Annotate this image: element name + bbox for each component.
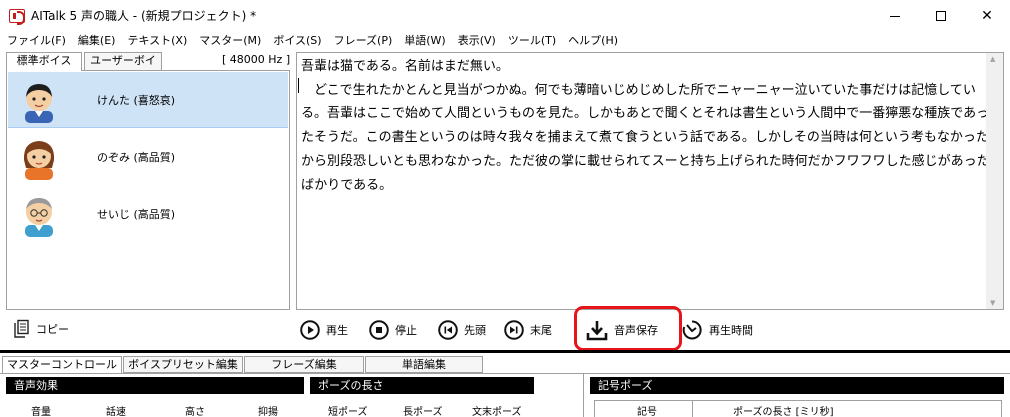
stop-button[interactable]: 停止 [369, 316, 417, 344]
label-volume: 音量 [31, 407, 51, 417]
voice-item-seiji[interactable]: せいじ (高品質) [8, 186, 288, 242]
menu-phrase[interactable]: フレーズ(P) [328, 32, 399, 50]
tab-master-control[interactable]: マスターコントロール [2, 356, 122, 374]
label-long-pause: 長ポーズ [403, 407, 443, 417]
go-to-end-label: 末尾 [530, 324, 552, 337]
close-icon: ✕ [981, 8, 993, 24]
menu-word[interactable]: 単語(W) [398, 32, 451, 50]
save-audio-highlight [574, 306, 682, 351]
sample-rate-label: [ 48000 Hz ] [222, 53, 291, 66]
label-sentence-end-pause: 文末ポーズ [472, 407, 522, 417]
label-pitch: 高さ [185, 407, 205, 417]
voice-name-seiji: せいじ (高品質) [97, 208, 176, 221]
minimize-button[interactable] [872, 0, 918, 32]
section-voice-effects: 音声効果 [6, 377, 304, 394]
stop-icon [369, 320, 389, 340]
voice-item-kenta[interactable]: けんた (喜怒哀) [8, 72, 288, 128]
menu-file[interactable]: ファイル(F) [0, 32, 72, 50]
play-time-button[interactable]: 再生時間 [681, 316, 753, 344]
copy-button[interactable]: コピー [12, 318, 69, 340]
label-short-pause: 短ポーズ [328, 407, 368, 417]
maximize-button[interactable] [918, 0, 964, 32]
app-speaker-icon [9, 9, 25, 25]
maximize-icon [936, 11, 946, 21]
play-label: 再生 [326, 324, 348, 337]
section-symbol-pause: 記号ポーズ [590, 377, 1004, 394]
minimize-icon [890, 15, 900, 17]
stop-label: 停止 [395, 324, 417, 337]
menu-tools[interactable]: ツール(T) [502, 32, 562, 50]
voice-name-nozomi: のぞみ (高品質) [97, 151, 176, 164]
window-title: AITalk 5 声の職人 - (新規プロジェクト) * [31, 9, 257, 23]
menu-edit[interactable]: 編集(E) [72, 32, 122, 50]
menu-view[interactable]: 表示(V) [452, 32, 502, 50]
symbol-panel-border [583, 374, 584, 417]
timer-icon [682, 320, 702, 340]
skip-to-end-icon [504, 320, 524, 340]
go-to-end-button[interactable]: 末尾 [504, 316, 552, 344]
section-pause-length: ポーズの長さ [310, 377, 534, 394]
copy-label: コピー [36, 323, 69, 336]
menu-voice[interactable]: ボイス(S) [267, 32, 327, 50]
tab-phrase-edit[interactable]: フレーズ編集 [244, 356, 364, 373]
menu-bar: ファイル(F) 編集(E) テキスト(X) マスター(M) ボイス(S) フレー… [0, 32, 1010, 50]
voice-item-nozomi[interactable]: のぞみ (高品質) [8, 129, 288, 185]
copy-document-icon [14, 319, 29, 338]
man-glasses-avatar-icon [25, 198, 53, 237]
tab-word-edit[interactable]: 単語編集 [365, 356, 483, 373]
tab-user-voice[interactable]: ユーザーボイス [84, 52, 162, 83]
play-icon [300, 320, 320, 340]
go-to-start-button[interactable]: 先頭 [438, 316, 486, 344]
voice-list[interactable]: けんた (喜怒哀) のぞみ (高品質) せいじ (高品質) [6, 70, 290, 310]
column-symbol: 記号 [637, 407, 657, 417]
go-to-start-label: 先頭 [464, 324, 486, 337]
label-speed: 話速 [106, 407, 126, 417]
column-pause-length: ポーズの長さ [ミリ秒] [733, 407, 834, 417]
menu-text[interactable]: テキスト(X) [121, 32, 193, 50]
text-caret [298, 78, 299, 93]
close-button[interactable]: ✕ [964, 0, 1010, 32]
panel-divider[interactable] [0, 350, 1010, 353]
label-intonation: 抑揚 [258, 407, 278, 417]
text-editor[interactable]: 吾輩は猫である。名前はまだ無い。 どこで生れたかとんと見当がつかぬ。何でも薄暗い… [296, 52, 1004, 310]
voice-name-kenta: けんた (喜怒哀) [97, 93, 176, 107]
tab-voice-preset[interactable]: ボイスプリセット編集 [123, 356, 243, 373]
boy-avatar-icon [25, 83, 53, 123]
menu-master[interactable]: マスター(M) [193, 32, 267, 50]
skip-to-start-icon [438, 320, 458, 340]
bottom-panel-border [0, 373, 1010, 374]
tab-standard-voice[interactable]: 標準ボイス [6, 52, 82, 71]
play-time-label: 再生時間 [709, 324, 753, 337]
editor-scrollbar[interactable] [986, 53, 1003, 309]
editor-text[interactable]: 吾輩は猫である。名前はまだ無い。 どこで生れたかとんと見当がつかぬ。何でも薄暗い… [301, 55, 991, 197]
girl-avatar-icon [23, 141, 55, 180]
symbol-table-column-separator [692, 400, 693, 417]
menu-help[interactable]: ヘルプ(H) [562, 32, 624, 50]
play-button[interactable]: 再生 [300, 316, 348, 344]
